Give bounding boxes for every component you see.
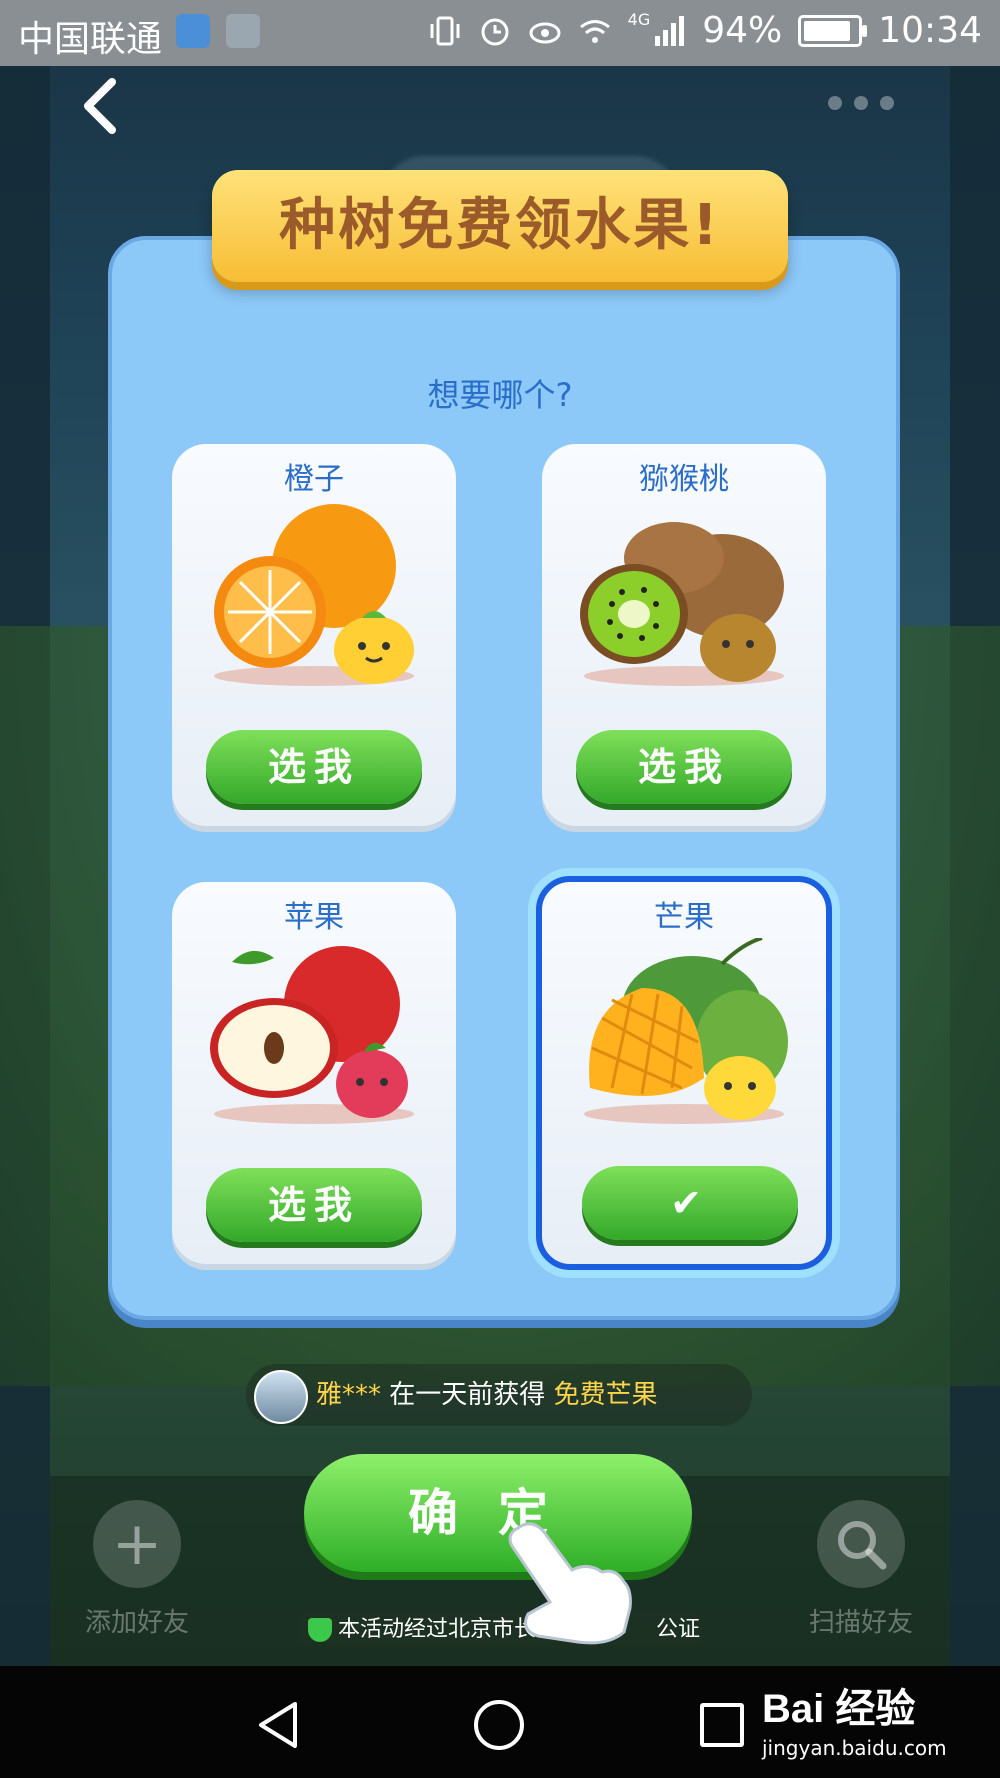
eye-comfort-icon: [529, 22, 561, 43]
more-options-button[interactable]: [828, 96, 894, 110]
banner-title: 种树免费领水果!: [279, 193, 721, 258]
kiwi-fruit-icon: [580, 522, 784, 686]
panel-subtitle: 想要哪个?: [427, 376, 573, 414]
baidu-watermark: Bai 经验 jingyan.baidu.com: [762, 1676, 992, 1766]
feed-text: 雅*** 在一天前获得 免费芒果: [316, 1364, 658, 1426]
select-button[interactable]: 选我: [206, 730, 422, 804]
pointing-hand-icon: [508, 1522, 632, 1645]
more-dots-icon: [828, 96, 842, 110]
fruit-name: 橙子: [284, 462, 344, 497]
watermark-logo: Bai 经验: [762, 1687, 916, 1731]
fruit-name: 猕猴桃: [639, 462, 729, 497]
selected-check-button[interactable]: ✔: [582, 1166, 798, 1240]
alarm-icon: [481, 18, 509, 45]
vibrate-icon: [430, 16, 460, 45]
nav-recent-apps-icon[interactable]: [700, 1703, 744, 1747]
shield-check-icon: [308, 1618, 332, 1642]
add-friend-button[interactable]: + 添加好友: [62, 1500, 212, 1639]
plus-icon: +: [93, 1500, 181, 1588]
apple-fruit-icon: [210, 946, 414, 1124]
orange-fruit-icon: [214, 504, 414, 686]
more-dot: [880, 96, 894, 110]
add-friend-label: 添加好友: [84, 1608, 189, 1638]
battery-icon: [798, 14, 868, 47]
gallery-icon: [226, 14, 260, 48]
select-button[interactable]: 选我: [206, 1168, 422, 1242]
title-banner: 种树免费领水果!: [212, 170, 788, 282]
chevron-left-icon: [84, 78, 116, 134]
wifi-icon: [579, 19, 610, 43]
search-icon: [817, 1500, 905, 1588]
nav-back-icon[interactable]: [255, 1700, 305, 1750]
watermark-url: jingyan.baidu.com: [762, 1736, 947, 1760]
clock: 10:34: [878, 10, 982, 51]
fruit-card-orange[interactable]: 橙子 选我: [172, 444, 456, 826]
scan-friend-label: 扫描好友: [808, 1608, 913, 1638]
fruit-name: 芒果: [654, 900, 714, 935]
status-bar: 中国联通 4G 94% 10:34: [0, 0, 1000, 66]
winner-feed: 雅*** 在一天前获得 免费芒果: [246, 1364, 752, 1426]
signal-icon: [655, 15, 685, 46]
fruit-name: 苹果: [284, 900, 344, 935]
avatar: [254, 1370, 308, 1424]
carrier-label: 中国联通: [18, 19, 163, 60]
scan-friend-button[interactable]: 扫描好友: [786, 1500, 936, 1639]
check-icon: ✔: [670, 1181, 710, 1225]
certification-tail: 公证: [656, 1617, 701, 1642]
nav-home-icon[interactable]: [474, 1700, 524, 1750]
more-dot: [854, 96, 868, 110]
fruit-card-apple[interactable]: 苹果 选我: [172, 882, 456, 1264]
fruit-card-mango[interactable]: 芒果 ✔: [536, 876, 832, 1270]
select-button[interactable]: 选我: [576, 730, 792, 804]
feed-action: 在一天前获得: [381, 1380, 554, 1410]
network-type: 4G: [627, 10, 651, 29]
back-button[interactable]: [80, 76, 140, 146]
feed-user: 雅***: [316, 1380, 382, 1410]
fruit-card-kiwi[interactable]: 猕猴桃 选我: [542, 444, 826, 826]
feed-prize: 免费芒果: [553, 1380, 658, 1410]
mango-fruit-icon: [584, 938, 788, 1124]
battery-percent: 94%: [702, 10, 783, 51]
health-app-icon: [176, 14, 210, 48]
